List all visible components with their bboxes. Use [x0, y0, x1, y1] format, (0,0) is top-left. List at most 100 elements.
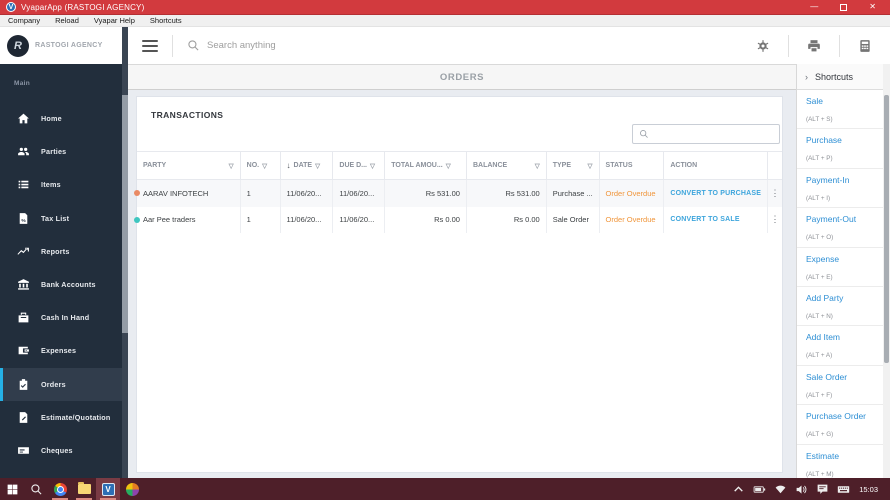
chevron-up-icon	[734, 485, 743, 492]
cell-balance: Rs 531.00	[467, 180, 547, 207]
tray-battery[interactable]	[750, 478, 769, 500]
filter-icon[interactable]: ▽	[315, 162, 320, 170]
vyapar-app-icon: V	[6, 2, 16, 12]
sidebar-item-reports[interactable]: Reports	[0, 235, 122, 268]
convert-to-purchase-link[interactable]: CONVERT TO PURCHASE	[670, 190, 761, 197]
page-header: ORDERS	[128, 64, 796, 90]
global-search[interactable]	[187, 39, 738, 52]
sidebar-item-home[interactable]: Home	[0, 102, 122, 135]
column-header-balance[interactable]: BALANCE ▽	[467, 152, 547, 179]
table-search-input[interactable]	[653, 129, 768, 139]
tray-network[interactable]	[771, 478, 790, 500]
list-icon	[17, 178, 30, 191]
tray-expand-button[interactable]	[729, 478, 748, 500]
shortcut-sale-order[interactable]: Sale Order (ALT + F)	[797, 366, 883, 406]
tray-notifications[interactable]	[813, 478, 832, 500]
sidebar-item-cheques[interactable]: Cheques	[0, 434, 122, 467]
menu-reload[interactable]: Reload	[55, 16, 79, 25]
speaker-icon	[796, 484, 807, 494]
taskbar-vyapar-button[interactable]: V	[96, 478, 120, 500]
menu-company[interactable]: Company	[8, 16, 40, 25]
shortcut-add-item[interactable]: Add Item (ALT + A)	[797, 326, 883, 366]
settings-button[interactable]	[738, 39, 788, 53]
tray-volume[interactable]	[792, 478, 811, 500]
table-search-box[interactable]	[632, 124, 780, 144]
column-header-party[interactable]: PARTY ▽	[137, 152, 241, 179]
chevron-right-icon: ›	[805, 71, 808, 82]
sidebar-item-expenses[interactable]: Expenses	[0, 334, 122, 367]
sidebar-item-cash-in-hand[interactable]: Cash In Hand	[0, 301, 122, 334]
taskbar-explorer-button[interactable]	[72, 478, 96, 500]
column-header-no[interactable]: NO. ▽	[241, 152, 281, 179]
shortcut-payment-in[interactable]: Payment-In (ALT + I)	[797, 169, 883, 209]
shortcut-sale[interactable]: Sale (ALT + S)	[797, 90, 883, 130]
convert-to-sale-link[interactable]: CONVERT TO SALE	[670, 216, 739, 223]
sidebar-item-tax-list[interactable]: % Tax List	[0, 202, 122, 235]
top-bar	[128, 27, 890, 64]
column-header-action[interactable]: ACTION	[664, 152, 768, 179]
taskbar-clock[interactable]: 15:03	[855, 485, 884, 494]
sidebar-item-orders[interactable]: Orders	[0, 367, 122, 401]
filter-icon[interactable]: ▽	[229, 162, 234, 170]
menu-vyapar-help[interactable]: Vyapar Help	[94, 16, 135, 25]
minimize-button[interactable]: —	[810, 3, 818, 11]
column-header-due-date[interactable]: DUE D... ▽	[333, 152, 386, 179]
filter-icon[interactable]: ▽	[535, 162, 540, 170]
wifi-icon	[775, 485, 786, 493]
filter-icon[interactable]: ▽	[588, 162, 593, 170]
table-row[interactable]: AARAV INFOTECH 1 11/06/20... 11/06/20...…	[134, 180, 782, 207]
transactions-panel: TRANSACTIONS PARTY ▽ NO. ▽ ↓ DATE ▽ DUE …	[134, 96, 783, 473]
gear-icon	[757, 39, 769, 52]
menu-shortcuts[interactable]: Shortcuts	[150, 16, 182, 25]
shortcut-add-party[interactable]: Add Party (ALT + N)	[797, 287, 883, 327]
column-header-total-amount[interactable]: TOTAL AMOU... ▽	[385, 152, 467, 179]
taskbar-search-button[interactable]	[24, 478, 48, 500]
table-row[interactable]: Aar Pee traders 1 11/06/20... 11/06/20..…	[134, 206, 782, 233]
sidebar-section-label: Main	[14, 79, 31, 87]
tray-keyboard[interactable]	[834, 478, 853, 500]
filter-icon[interactable]: ▽	[446, 162, 451, 170]
company-name: RASTOGI AGENCY	[35, 42, 103, 49]
bank-icon	[17, 278, 30, 291]
wallet-icon	[17, 344, 30, 357]
taskbar-app-button[interactable]	[120, 478, 144, 500]
close-button[interactable]: ✕	[869, 3, 876, 11]
cell-party: Aar Pee traders	[137, 206, 241, 233]
sidebar-item-estimate-quotation[interactable]: Estimate/Quotation	[0, 401, 122, 434]
shortcut-payment-out[interactable]: Payment-Out (ALT + O)	[797, 208, 883, 248]
sidebar-item-partial[interactable]	[0, 467, 122, 478]
shortcut-purchase[interactable]: Purchase (ALT + P)	[797, 129, 883, 169]
cell-type: Purchase ...	[547, 180, 600, 207]
sidebar-item-parties[interactable]: Parties	[0, 135, 122, 168]
column-header-status[interactable]: STATUS	[600, 152, 665, 179]
shortcuts-header[interactable]: › Shortcuts	[797, 64, 883, 90]
maximize-button[interactable]	[840, 3, 848, 11]
shortcuts-panel: › Shortcuts Sale (ALT + S) Purchase (ALT…	[796, 64, 883, 484]
cell-party: AARAV INFOTECH	[137, 180, 241, 207]
print-button[interactable]	[789, 39, 839, 53]
column-header-date[interactable]: ↓ DATE ▽	[281, 152, 334, 179]
sidebar-item-bank-accounts[interactable]: Bank Accounts	[0, 268, 122, 301]
cell-date: 11/06/20...	[281, 206, 334, 233]
windows-taskbar: V 15:03	[0, 478, 890, 500]
column-header-type[interactable]: TYPE ▽	[547, 152, 600, 179]
calculator-icon	[860, 39, 870, 52]
shortcuts-scrollbar-thumb[interactable]	[884, 95, 889, 363]
start-button[interactable]	[0, 478, 24, 500]
calculator-button[interactable]	[840, 39, 890, 53]
estimate-document-icon	[17, 411, 30, 424]
filter-icon[interactable]: ▽	[370, 162, 375, 170]
filter-icon[interactable]: ▽	[262, 162, 267, 170]
sidebar-item-items[interactable]: Items	[0, 168, 122, 201]
vyapar-app-icon: V	[101, 482, 115, 496]
paint-app-icon	[125, 482, 139, 496]
hamburger-menu-icon[interactable]	[142, 39, 158, 52]
kebab-menu-icon[interactable]: ⋮	[771, 214, 780, 225]
cell-date: 11/06/20...	[281, 180, 334, 207]
kebab-menu-icon[interactable]: ⋮	[771, 188, 780, 199]
taskbar-chrome-button[interactable]	[48, 478, 72, 500]
window-title: VyaparApp (RASTOGI AGENCY)	[21, 2, 145, 12]
global-search-input[interactable]	[207, 40, 507, 51]
shortcut-expense[interactable]: Expense (ALT + E)	[797, 248, 883, 287]
shortcut-purchase-order[interactable]: Purchase Order (ALT + G)	[797, 405, 883, 445]
